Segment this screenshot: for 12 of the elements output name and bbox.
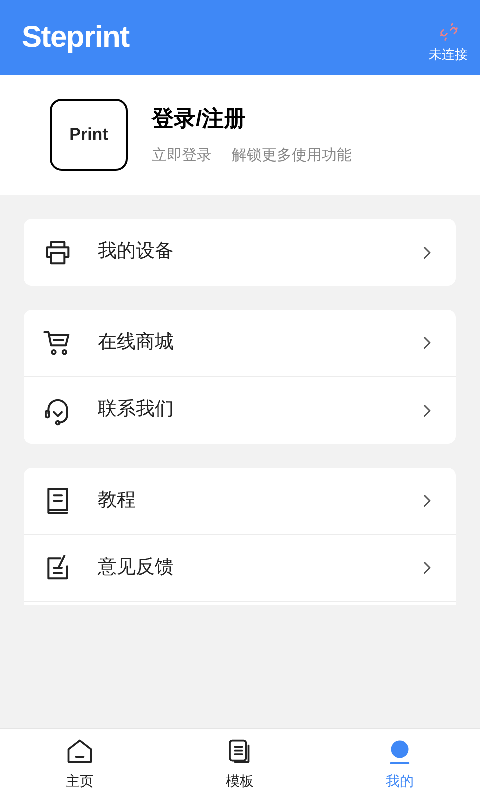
menu-item[interactable]: 我的设备 — [24, 219, 456, 286]
app-logo: Steprint — [22, 20, 130, 56]
login-link[interactable]: 立即登录 — [152, 145, 212, 168]
printer-avatar[interactable]: Print — [50, 99, 128, 171]
nav-tab[interactable]: 模板 — [160, 729, 320, 800]
menu-item[interactable]: 联系我们 — [24, 377, 456, 444]
menu-item[interactable]: 在线商城 — [24, 310, 456, 377]
login-hint: 解锁更多使用功能 — [232, 146, 352, 166]
login-title[interactable]: 登录/注册 — [152, 102, 352, 136]
menu-item[interactable]: 教程 — [24, 468, 456, 535]
nav-tab[interactable]: 主页 — [0, 729, 160, 800]
menu-item[interactable]: 意见反馈 — [24, 535, 456, 602]
